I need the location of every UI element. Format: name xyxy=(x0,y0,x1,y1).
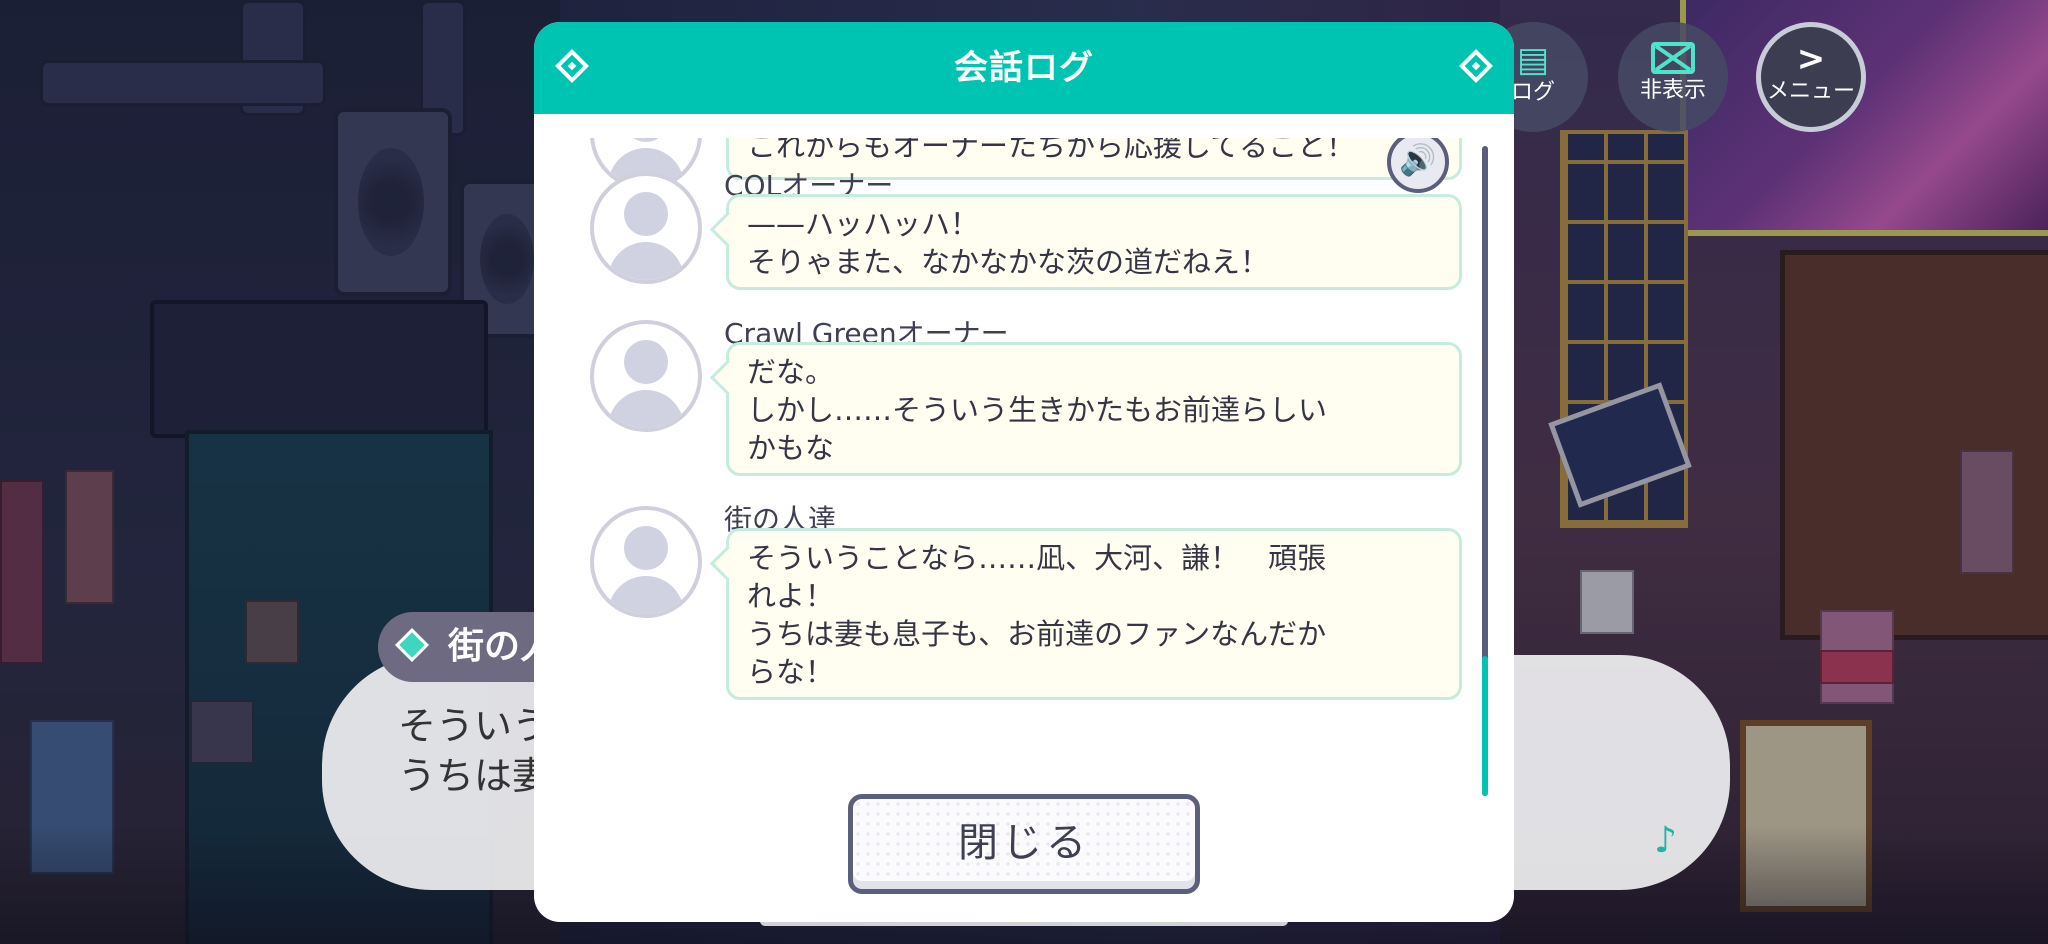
avatar-placeholder-icon xyxy=(590,506,702,618)
menu-button[interactable]: > メニュー xyxy=(1756,22,1866,132)
log-line: これからもオーナーたちから応援してること！ xyxy=(747,138,1356,163)
log-line: かもな xyxy=(747,431,835,465)
log-line: そういうことなら……凪、大河、謙！ 頑張 xyxy=(747,541,1327,575)
log-line: うちは妻も息子も、お前達のファンなんだか xyxy=(747,617,1327,651)
hide-button[interactable]: x 非表示 xyxy=(1618,22,1728,132)
avatar-placeholder-icon xyxy=(590,172,702,284)
conversation-log-modal: 会話ログ これからもオーナーたちから応援してること！ 🔊 COLオーナー ——ハ… xyxy=(534,22,1514,922)
log-line: しかし……そういう生きかたもお前達らしい xyxy=(747,393,1328,427)
music-note-icon: ♪ xyxy=(1654,820,1677,861)
speech-bubble: だな。 しかし……そういう生きかたもお前達らしい かもな xyxy=(726,342,1462,476)
modal-title: 会話ログ xyxy=(954,48,1094,88)
log-list[interactable]: これからもオーナーたちから応援してること！ 🔊 COLオーナー ——ハッハッハ！… xyxy=(534,138,1514,800)
home-indicator[interactable] xyxy=(760,916,1288,926)
hide-button-label: 非表示 xyxy=(1639,78,1706,103)
log-line: らな！ xyxy=(747,655,835,689)
avatar-placeholder-icon xyxy=(590,320,702,432)
log-line: そりゃまた、なかなかな茨の道だねえ！ xyxy=(747,245,1270,279)
close-button[interactable]: 閉じる xyxy=(848,794,1200,894)
log-line: だな。 xyxy=(747,355,835,389)
speech-bubble: ——ハッハッハ！ そりゃまた、なかなかな茨の道だねえ！ xyxy=(726,194,1462,290)
chevron-right-icon: > xyxy=(1796,39,1826,79)
speaker-icon[interactable]: 🔊 xyxy=(1387,138,1449,193)
menu-button-label: メニュー xyxy=(1766,79,1855,104)
log-line: れよ！ xyxy=(747,579,835,613)
speech-bubble: そういうことなら……凪、大河、謙！ 頑張 れよ！ うちは妻も息子も、お前達のファ… xyxy=(726,528,1462,700)
hide-icon: x xyxy=(1651,42,1695,74)
modal-header: 会話ログ xyxy=(534,22,1514,114)
diamond-icon xyxy=(395,628,429,662)
log-line: ——ハッハッハ！ xyxy=(747,207,980,241)
scrollbar-thumb[interactable] xyxy=(1482,656,1488,796)
